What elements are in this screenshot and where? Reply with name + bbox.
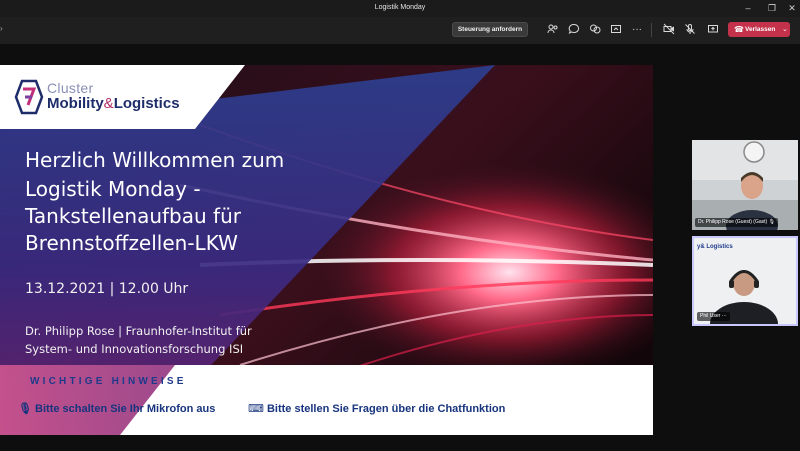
toolbar-edge-icon: ›	[0, 24, 3, 33]
leave-label: Verlassen	[745, 26, 776, 33]
meeting-toolbar: › Steuerung anfordern ··· ☎ Verlassen ⌄	[0, 17, 800, 44]
logo-logistics: Logistics	[113, 95, 180, 112]
window-title: Logistik Monday	[374, 4, 426, 11]
note-chat: ⌨ Bitte stellen Sie Fragen über die Chat…	[248, 402, 505, 415]
share-screen-icon[interactable]	[706, 23, 720, 37]
chat-icon[interactable]	[567, 23, 581, 37]
note-chat-text: Bitte stellen Sie Fragen über die Chatfu…	[266, 403, 506, 415]
logo-cluster-text: Cluster	[47, 80, 94, 96]
mic-off-small-icon: 🎙	[768, 219, 775, 225]
phone-icon: ☎	[734, 25, 744, 34]
speaker-line-1: Dr. Philipp Rose | Fraunhofer-Institut f…	[25, 324, 252, 338]
slide-title-line-1: Herzlich Willkommen zum	[25, 148, 285, 172]
note-mic-text: Bitte schalten Sie Ihr Mikrofon aus	[35, 403, 216, 415]
microphone-icon: 🎙	[18, 403, 32, 415]
chevron-down-icon[interactable]: ⌄	[782, 22, 788, 37]
slide-title-line-4: Brennstoffzellen-LKW	[25, 231, 238, 255]
slide-date: 13.12.2021 | 12.00 Uhr	[25, 281, 189, 297]
reactions-icon[interactable]	[588, 23, 602, 37]
logo-main-text: Mobility&Logistics	[47, 95, 180, 112]
slide-title-line-3: Tankstellenaufbau für	[25, 204, 241, 228]
close-icon[interactable]: ✕	[785, 2, 799, 14]
logo-mark-icon	[14, 79, 44, 115]
shared-slide: Cluster Mobility&Logistics Herzlich Will…	[0, 65, 653, 435]
participant-1-video	[692, 140, 798, 230]
share-tray-icon[interactable]	[609, 23, 623, 37]
request-control-button[interactable]: Steuerung anfordern	[452, 22, 528, 37]
cluster-logo: Cluster Mobility&Logistics	[14, 77, 214, 121]
toolbar-divider	[651, 23, 652, 37]
logo-mobility: Mobility	[47, 95, 104, 112]
notes-banner: WICHTIGE HINWEISE 🎙 Bitte schalten Sie I…	[0, 370, 653, 435]
more-icon[interactable]: ···	[630, 23, 644, 37]
notes-heading: WICHTIGE HINWEISE	[30, 376, 187, 387]
participants-icon[interactable]	[546, 23, 560, 37]
mic-off-icon[interactable]	[683, 23, 697, 37]
note-mic: 🎙 Bitte schalten Sie Ihr Mikrofon aus	[18, 402, 215, 415]
participant-2-name: Phil User ···	[697, 312, 730, 321]
speaker-line-2: System- und Innovationsforschung ISI	[25, 342, 244, 356]
participant-1-name: Dr. Philipp Rose (Guest) (Gast) 🎙	[695, 218, 778, 227]
slide-title-line-2: Logistik Monday -	[25, 177, 201, 201]
keyboard-icon: ⌨	[248, 403, 264, 415]
more-small-icon: ···	[721, 313, 727, 319]
participant-tile-1[interactable]: Dr. Philipp Rose (Guest) (Gast) 🎙	[692, 140, 798, 230]
participant-2-logo: y& Logistics	[697, 244, 733, 250]
minimize-icon[interactable]: –	[741, 2, 755, 14]
leave-button[interactable]: ☎ Verlassen ⌄	[728, 22, 790, 37]
maximize-icon[interactable]: ❐	[765, 2, 779, 14]
participant-tile-2[interactable]: y& Logistics Phil User ···	[692, 236, 798, 326]
camera-icon[interactable]	[662, 23, 676, 37]
logo-ampersand: &	[103, 95, 114, 112]
title-bar: Logistik Monday – ❐ ✕	[0, 0, 800, 17]
